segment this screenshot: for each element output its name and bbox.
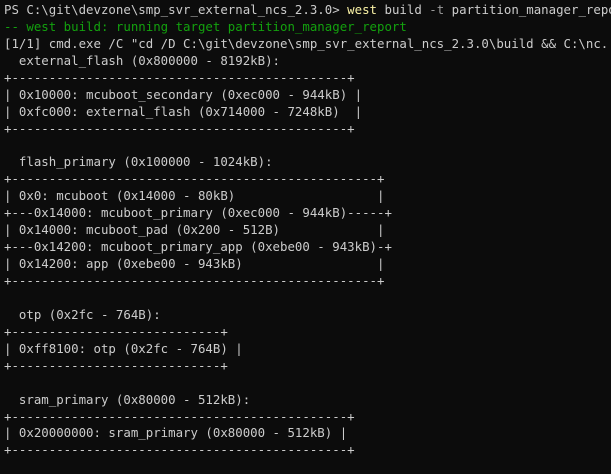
output-line: | 0x14200: app (0xebe00 - 943kB) | xyxy=(4,256,385,272)
command-subcommand: build xyxy=(384,2,422,17)
output-line: | 0x0: mcuboot (0x14000 - 80kB) | xyxy=(4,188,385,204)
output-line: +----------------------------+ xyxy=(4,323,228,339)
output-line: sram_primary (0x80000 - 512kB): xyxy=(4,391,251,407)
output-line: +---------------------------------------… xyxy=(4,442,355,458)
output-line: +----------------------------+ xyxy=(4,357,228,373)
command-flag: -t xyxy=(429,2,445,17)
terminal-output: -- west build: running target partition_… xyxy=(4,19,611,459)
output-line: | 0xff8100: otp (0x2fc - 764B) | xyxy=(4,340,243,356)
command-name: west xyxy=(347,2,378,17)
output-line: otp (0x2fc - 764B): xyxy=(4,306,161,322)
output-line: +---------------------------------------… xyxy=(4,171,385,187)
output-line: flash_primary (0x100000 - 1024kB): xyxy=(4,154,273,170)
output-line: +---0x14200: mcuboot_primary_app (0xebe0… xyxy=(4,239,392,255)
output-line: | 0x10000: mcuboot_secondary (0xec000 - … xyxy=(4,86,363,102)
prompt-line: PS C:\git\devzone\smp_svr_external_ncs_2… xyxy=(4,2,611,19)
command-target: partition_manager_report xyxy=(451,2,611,17)
output-line: | 0xfc000: external_flash (0x714000 - 72… xyxy=(4,103,363,119)
output-line: -- west build: running target partition_… xyxy=(4,18,407,34)
output-line: external_flash (0x800000 - 8192kB): xyxy=(4,52,281,68)
output-line: | 0x14000: mcuboot_pad (0x200 - 512B) | xyxy=(4,222,385,238)
terminal-window[interactable]: PS C:\git\devzone\smp_svr_external_ncs_2… xyxy=(0,0,611,474)
output-line: | 0x20000000: sram_primary (0x80000 - 51… xyxy=(4,425,348,441)
output-line: +---------------------------------------… xyxy=(4,408,355,424)
output-line: +---0x14000: mcuboot_primary (0xec000 - … xyxy=(4,205,392,221)
output-line: +---------------------------------------… xyxy=(4,273,385,288)
output-line: +---------------------------------------… xyxy=(4,120,355,136)
prompt-path: PS C:\git\devzone\smp_svr_external_ncs_2… xyxy=(4,2,340,17)
output-line: [1/1] cmd.exe /C "cd /D C:\git\devzone\s… xyxy=(4,35,611,51)
output-line: +---------------------------------------… xyxy=(4,69,355,85)
